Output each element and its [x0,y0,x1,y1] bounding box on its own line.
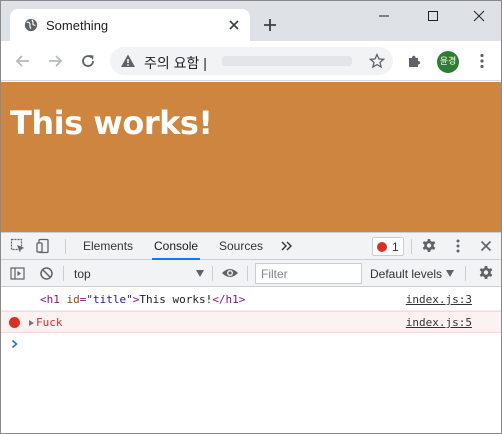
settings-gear-icon[interactable] [421,238,437,254]
error-message-text: Fuck [36,316,63,329]
eye-icon[interactable] [221,266,239,280]
log-levels-label: Default levels [370,267,443,281]
tab-sources[interactable]: Sources [217,233,265,260]
chevron-down-icon [196,270,204,277]
clear-console-icon[interactable] [39,266,54,281]
error-icon [377,242,387,252]
source-link[interactable]: index.js:3 [406,293,472,306]
more-tabs-icon[interactable] [280,239,294,253]
address-bar[interactable]: 주의 요함 | [110,47,393,75]
devtools-tabbar: Elements Console Sources 1 [1,233,501,260]
sidebar-toggle-icon[interactable] [10,266,25,281]
error-icon [9,317,20,328]
close-tab-icon[interactable] [226,17,242,33]
back-arrow-icon[interactable] [14,52,32,70]
attr-name: id [66,293,80,306]
profile-avatar[interactable]: 윤경 [437,51,459,73]
context-selector[interactable]: top [68,263,208,284]
console-prompt-icon[interactable] [10,339,20,349]
forward-arrow-icon[interactable] [46,52,64,70]
console-toolbar: top Default levels [1,260,501,287]
separator [63,266,64,281]
tab-console[interactable]: Console [152,233,201,260]
minimize-icon[interactable] [372,6,396,26]
puzzle-icon[interactable] [406,52,424,70]
attr-value: "title" [86,293,133,306]
tab-elements[interactable]: Elements [81,233,135,260]
console-filter-input[interactable] [255,263,362,284]
separator [65,239,66,254]
log-message-text: <h1 id="title">This works!</h1> [40,293,245,306]
page-title: This works! [10,104,213,142]
console-output: <h1 id="title">This works!</h1> index.js… [1,287,501,433]
separator [465,266,466,281]
browser-tab[interactable]: Something [10,9,250,41]
expand-arrow-icon[interactable] [29,320,34,326]
tab-strip: Something [1,1,501,41]
element-content: This works! [139,293,213,306]
window-close-icon[interactable] [467,6,491,26]
page-viewport: This works! [1,82,501,232]
source-link[interactable]: index.js:5 [406,316,472,329]
tag-open: <h1 [40,293,60,306]
console-error-message[interactable]: Fuck index.js:5 [1,311,501,333]
browser-toolbar: 주의 요함 | 윤경 [1,41,501,81]
more-vert-icon[interactable] [473,52,491,70]
log-levels-dropdown[interactable]: Default levels [370,263,456,284]
context-value: top [74,267,91,281]
tag-end: </h1> [212,293,246,306]
maximize-icon[interactable] [421,6,445,26]
separator [411,239,412,254]
star-icon[interactable] [369,53,385,69]
warning-icon[interactable] [120,53,136,69]
security-status-label[interactable]: 주의 요함 | [144,53,207,73]
globe-icon [24,18,38,32]
separator [212,266,213,281]
browser-window: Something 주의 요함 | 윤경 This works! Element… [0,0,502,434]
console-message[interactable]: <h1 id="title">This works!</h1> index.js… [1,289,501,311]
separator [247,266,248,281]
device-toolbar-icon[interactable] [36,238,52,254]
close-devtools-icon[interactable] [479,239,493,253]
chevron-down-icon [446,270,454,277]
error-count-badge[interactable]: 1 [372,237,404,256]
inspect-element-icon[interactable] [10,238,26,254]
error-count: 1 [392,240,399,254]
url-text [222,56,352,66]
devtools-panel: Elements Console Sources 1 top Filter De… [1,232,501,433]
tab-title: Something [46,18,109,33]
customize-menu-icon[interactable] [452,238,464,254]
console-settings-icon[interactable] [478,265,494,281]
reload-icon[interactable] [79,52,97,70]
new-tab-icon[interactable] [262,17,278,33]
